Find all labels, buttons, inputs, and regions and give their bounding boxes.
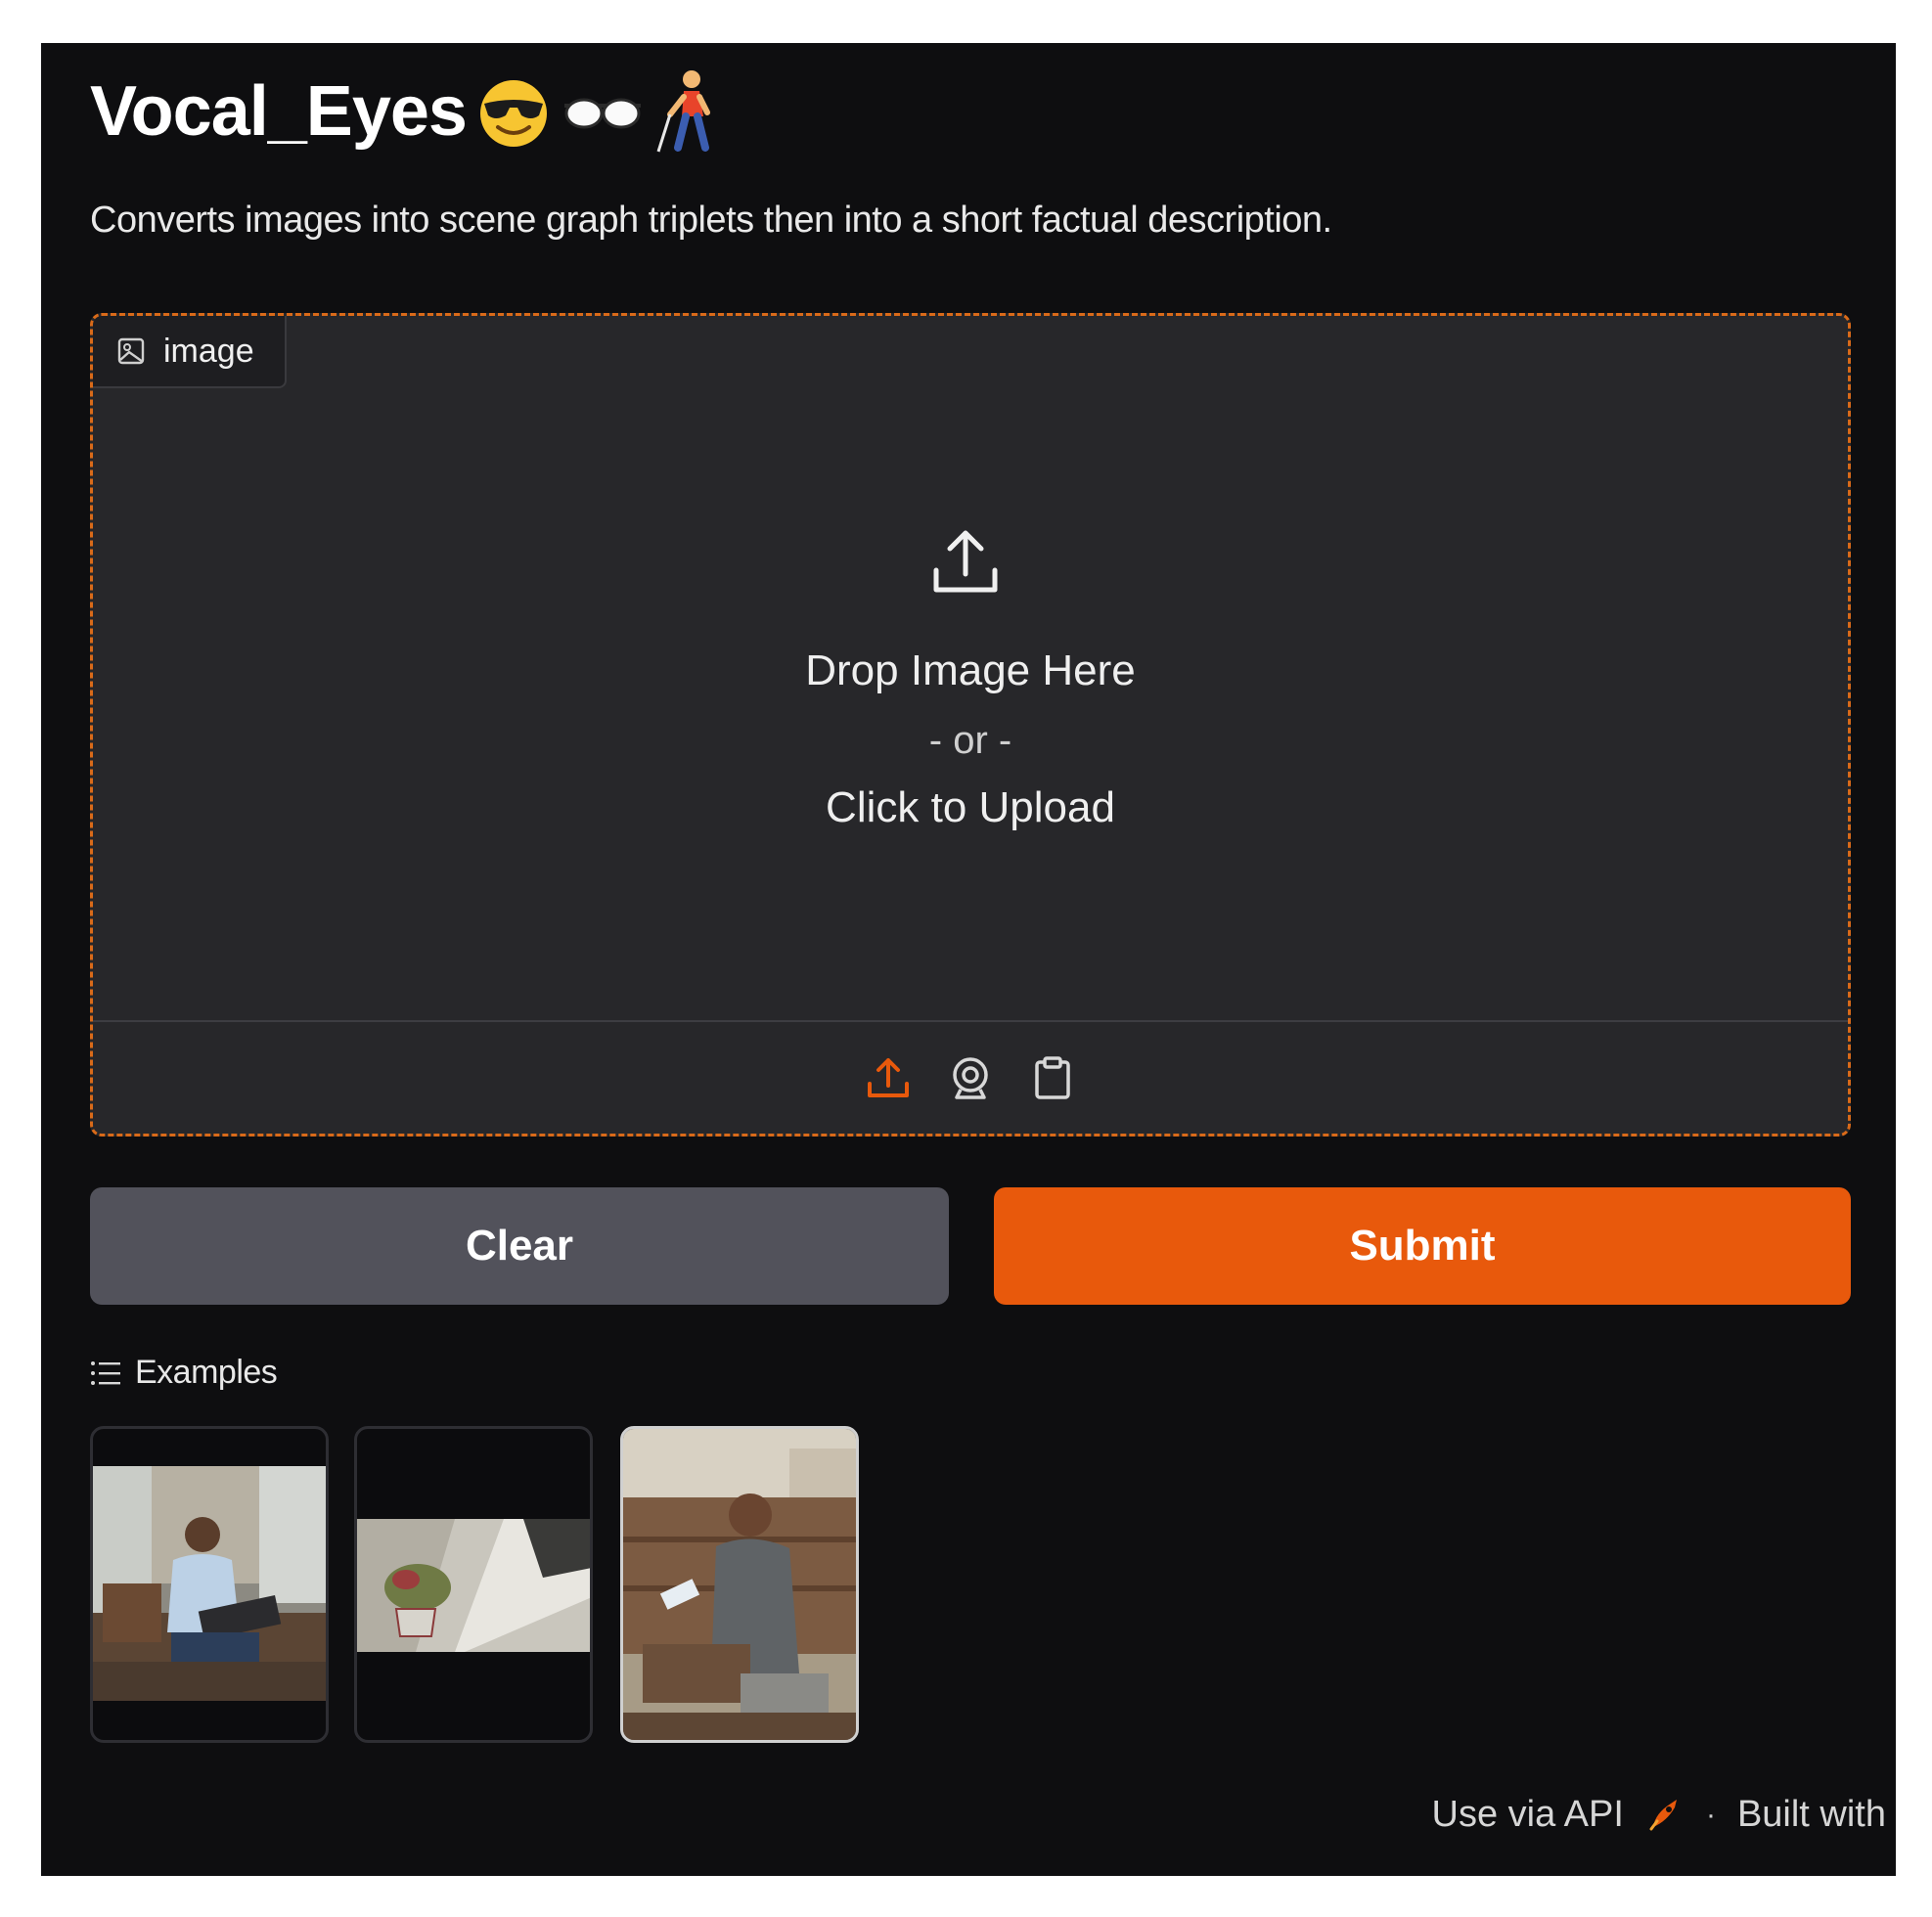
clipboard-source-button[interactable] xyxy=(1028,1053,1077,1102)
submit-button[interactable]: Submit xyxy=(994,1187,1851,1305)
app-container: Vocal_Eyes Converts images into scene gr… xyxy=(41,43,1896,1876)
footer-separator: · xyxy=(1705,1798,1716,1831)
glasses-icon xyxy=(561,84,645,139)
app-description: Converts images into scene graph triplet… xyxy=(90,200,1332,241)
clipboard-icon xyxy=(1035,1056,1070,1099)
upload-icon xyxy=(868,1058,909,1097)
upload-icon xyxy=(933,530,998,593)
source-selector xyxy=(93,1022,1848,1134)
image-icon xyxy=(117,337,145,365)
examples-header: Examples xyxy=(90,1354,278,1392)
image-dropzone[interactable]: Drop Image Here - or - Click to Upload xyxy=(93,316,1848,1020)
list-icon xyxy=(91,1360,120,1385)
clear-button[interactable]: Clear xyxy=(90,1187,949,1305)
image-upload-panel: Drop Image Here - or - Click to Upload i… xyxy=(90,313,1851,1137)
person-with-white-cane-icon xyxy=(652,67,721,156)
example-image-potted-plant xyxy=(357,1519,590,1652)
or-text: - or - xyxy=(928,719,1012,762)
drop-image-text: Drop Image Here xyxy=(805,646,1136,694)
title-row: Vocal_Eyes xyxy=(90,63,721,160)
click-to-upload-text: Click to Upload xyxy=(826,783,1115,831)
example-thumbnail-3[interactable] xyxy=(620,1426,859,1743)
webcam-source-button[interactable] xyxy=(946,1053,995,1102)
smiling-face-with-sunglasses-icon xyxy=(474,72,553,151)
app-title: Vocal_Eyes xyxy=(90,72,468,151)
image-label: image xyxy=(163,332,254,370)
example-image-man-with-bottle xyxy=(623,1429,856,1740)
image-label-chip: image xyxy=(93,316,287,388)
examples-label: Examples xyxy=(135,1354,278,1391)
use-via-api-link[interactable]: Use via API xyxy=(1432,1794,1624,1836)
rocket-icon xyxy=(1649,1799,1677,1830)
example-thumbnail-1[interactable] xyxy=(90,1426,329,1743)
example-thumbnail-2[interactable] xyxy=(354,1426,593,1743)
webcam-icon xyxy=(953,1057,988,1099)
upload-source-button[interactable] xyxy=(864,1053,913,1102)
example-image-man-with-laptop xyxy=(93,1466,326,1701)
footer: Use via API · Built with xyxy=(1432,1794,1886,1836)
built-with-link[interactable]: Built with xyxy=(1737,1794,1886,1836)
